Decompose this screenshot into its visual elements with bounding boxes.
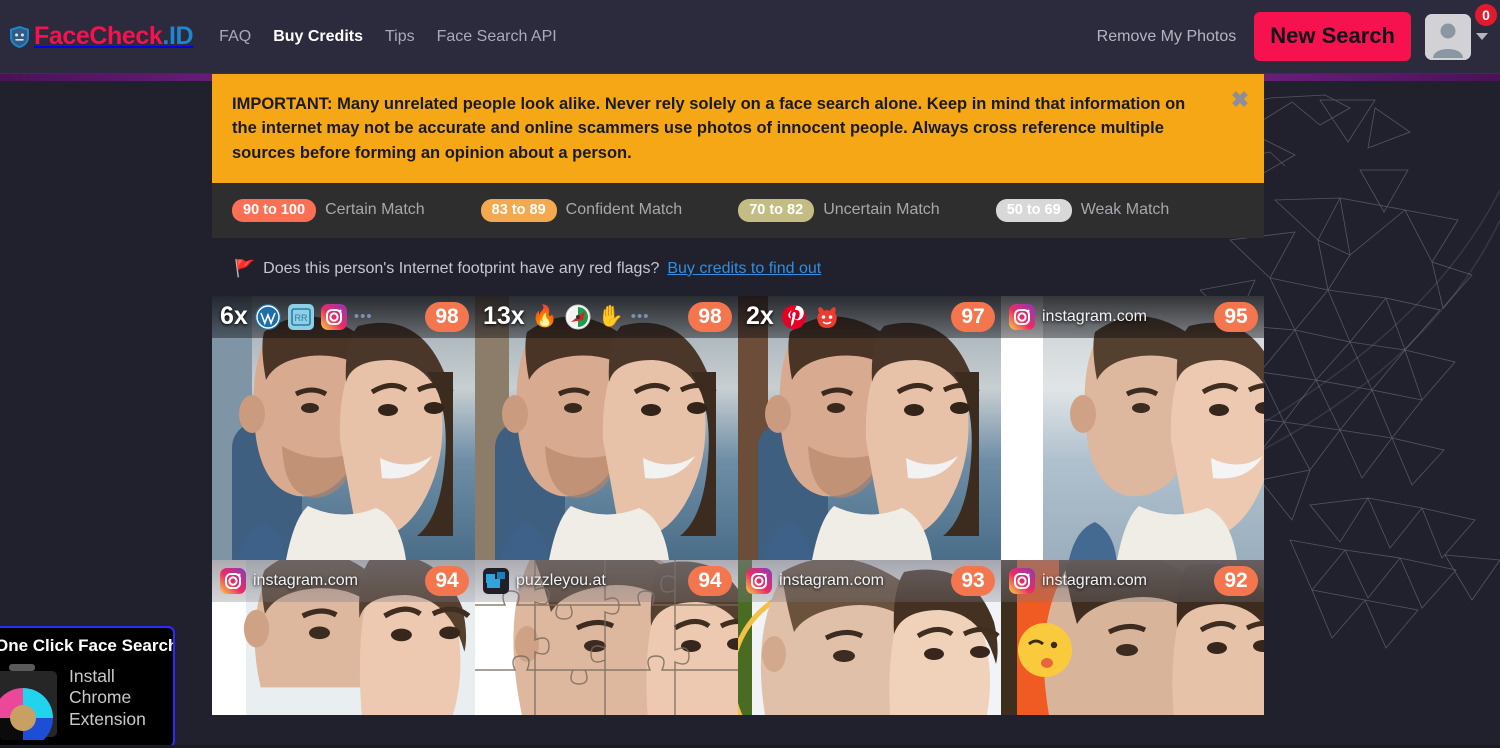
credit-badge: 0: [1475, 3, 1497, 26]
instagram-icon: [320, 303, 347, 330]
nav-item-buy-credits[interactable]: Buy Credits: [273, 28, 363, 46]
result-score: 94: [688, 565, 732, 596]
nav-item-face-search-api[interactable]: Face Search API: [437, 28, 557, 46]
legend-label-weak: Weak Match: [1080, 201, 1170, 219]
svg-text:RR: RR: [294, 313, 307, 323]
search-results-grid: 6x RR ••• 98 13x 🔥 ✋ ••• 98 2x 97 instag…: [212, 295, 1264, 715]
result-multiplier: 13x: [483, 302, 525, 331]
kissing-face-emoji-icon: [1018, 622, 1072, 677]
important-warning-banner: IMPORTANT: Many unrelated people look al…: [212, 74, 1264, 183]
result-card[interactable]: instagram.com 94: [212, 559, 475, 715]
site-header: FaceCheck.ID FAQ Buy Credits Tips Face S…: [0, 0, 1500, 74]
more-sources-icon[interactable]: •••: [631, 308, 650, 325]
promo-line-2: Chrome: [69, 687, 132, 708]
puzzleyou-icon: [483, 567, 509, 594]
result-card[interactable]: 6x RR ••• 98: [212, 295, 475, 560]
legend-range-certain: 90 to 100: [232, 198, 317, 222]
devil-face-icon: [817, 306, 837, 328]
result-card[interactable]: instagram.com 93: [738, 559, 1001, 715]
promo-title: One Click Face Search: [0, 636, 175, 655]
red-flags-row: 🚩 Does this person's Internet footprint …: [212, 238, 1264, 296]
red-flags-question: Does this person's Internet footprint ha…: [263, 259, 660, 277]
result-card[interactable]: puzzleyou.at 94: [475, 559, 738, 715]
instagram-icon: [1009, 567, 1035, 594]
legend-label-uncertain: Uncertain Match: [823, 201, 940, 219]
chevron-down-icon[interactable]: [1476, 33, 1488, 40]
logo-text: FaceCheck.ID: [34, 22, 194, 51]
result-domain: instagram.com: [1042, 307, 1147, 325]
result-domain: instagram.com: [779, 571, 884, 589]
legend-label-confident: Confident Match: [565, 201, 683, 219]
result-card-bar: 6x RR ••• 98: [212, 295, 475, 338]
result-multiplier: 6x: [220, 302, 248, 331]
result-card[interactable]: 2x 97: [738, 295, 1001, 560]
result-score: 93: [951, 565, 995, 596]
result-card-bar: puzzleyou.at 94: [475, 559, 738, 602]
result-domain: instagram.com: [253, 571, 358, 589]
result-score: 95: [1214, 301, 1258, 332]
header-actions: Remove My Photos New Search 0: [1097, 3, 1500, 61]
legend-item-certain: 90 to 100 Certain Match: [232, 198, 425, 222]
instagram-icon: [220, 567, 246, 594]
promo-line-3: Extension: [69, 708, 146, 729]
user-avatar-icon[interactable]: [1425, 13, 1471, 60]
result-card[interactable]: instagram.com 92: [1001, 559, 1264, 715]
site-logo[interactable]: FaceCheck.ID: [10, 22, 194, 51]
instagram-icon: [1009, 303, 1035, 330]
legend-item-weak: 50 to 69 Weak Match: [995, 198, 1170, 222]
chrome-extension-promo[interactable]: One Click Face Search Install Chrome Ext…: [0, 626, 175, 748]
result-domain: instagram.com: [1042, 571, 1147, 589]
result-score: 94: [425, 565, 469, 596]
nav-item-tips[interactable]: Tips: [385, 28, 415, 46]
result-score: 97: [951, 301, 995, 332]
account-menu[interactable]: 0: [1425, 3, 1497, 60]
nav-item-faq[interactable]: FAQ: [219, 28, 251, 46]
legend-range-uncertain: 70 to 82: [738, 198, 815, 222]
promo-body: Install Chrome Extension: [0, 660, 173, 740]
raised-hand-emoji-icon: ✋: [597, 304, 624, 328]
main-nav: FAQ Buy Credits Tips Face Search API: [219, 28, 557, 46]
legend-label-certain: Certain Match: [325, 201, 425, 219]
chrome-extension-icon: [0, 664, 57, 740]
result-card-bar: instagram.com 92: [1001, 559, 1264, 602]
result-score: 98: [688, 301, 732, 332]
result-card-bar: instagram.com 95: [1001, 295, 1264, 338]
close-icon[interactable]: ✖: [1226, 86, 1254, 114]
remove-my-photos-link[interactable]: Remove My Photos: [1097, 28, 1237, 46]
legend-range-confident: 83 to 89: [480, 198, 557, 222]
more-sources-icon[interactable]: •••: [354, 308, 373, 325]
globe-compass-icon: [565, 304, 591, 330]
fire-emoji-icon: 🔥: [531, 304, 558, 328]
instagram-icon: [746, 567, 772, 594]
result-score: 92: [1214, 565, 1258, 596]
result-card-bar: instagram.com 93: [738, 559, 1001, 602]
promo-lines: Install Chrome Extension: [69, 660, 146, 730]
rr-app-icon: RR: [287, 303, 314, 330]
logo-primary: FaceCheck: [34, 22, 163, 50]
result-score: 98: [425, 301, 469, 332]
result-card-bar: instagram.com 94: [212, 559, 475, 602]
promo-line-1: Install: [69, 666, 115, 686]
legend-item-confident: 83 to 89 Confident Match: [480, 198, 683, 222]
logo-suffix: .ID: [162, 22, 194, 50]
buy-credits-link[interactable]: Buy credits to find out: [667, 260, 821, 278]
wordpress-icon: [254, 303, 281, 330]
result-card-bar: 13x 🔥 ✋ ••• 98: [475, 295, 738, 338]
result-domain: puzzleyou.at: [516, 571, 606, 589]
result-card[interactable]: 13x 🔥 ✋ ••• 98: [475, 295, 738, 560]
red-flag-icon: 🚩: [234, 259, 256, 279]
result-card-bar: 2x 97: [738, 295, 1001, 338]
legend-range-weak: 50 to 69: [995, 198, 1072, 222]
legend-item-uncertain: 70 to 82 Uncertain Match: [738, 198, 940, 222]
main-content: IMPORTANT: Many unrelated people look al…: [212, 74, 1264, 715]
warning-text: IMPORTANT: Many unrelated people look al…: [232, 95, 1186, 162]
shield-face-icon: [10, 25, 29, 48]
pinterest-icon: [781, 304, 806, 329]
new-search-button[interactable]: New Search: [1254, 12, 1411, 61]
match-confidence-legend: 90 to 100 Certain Match 83 to 89 Confide…: [212, 182, 1264, 238]
result-card[interactable]: instagram.com 95: [1001, 295, 1264, 560]
result-multiplier: 2x: [746, 302, 774, 331]
